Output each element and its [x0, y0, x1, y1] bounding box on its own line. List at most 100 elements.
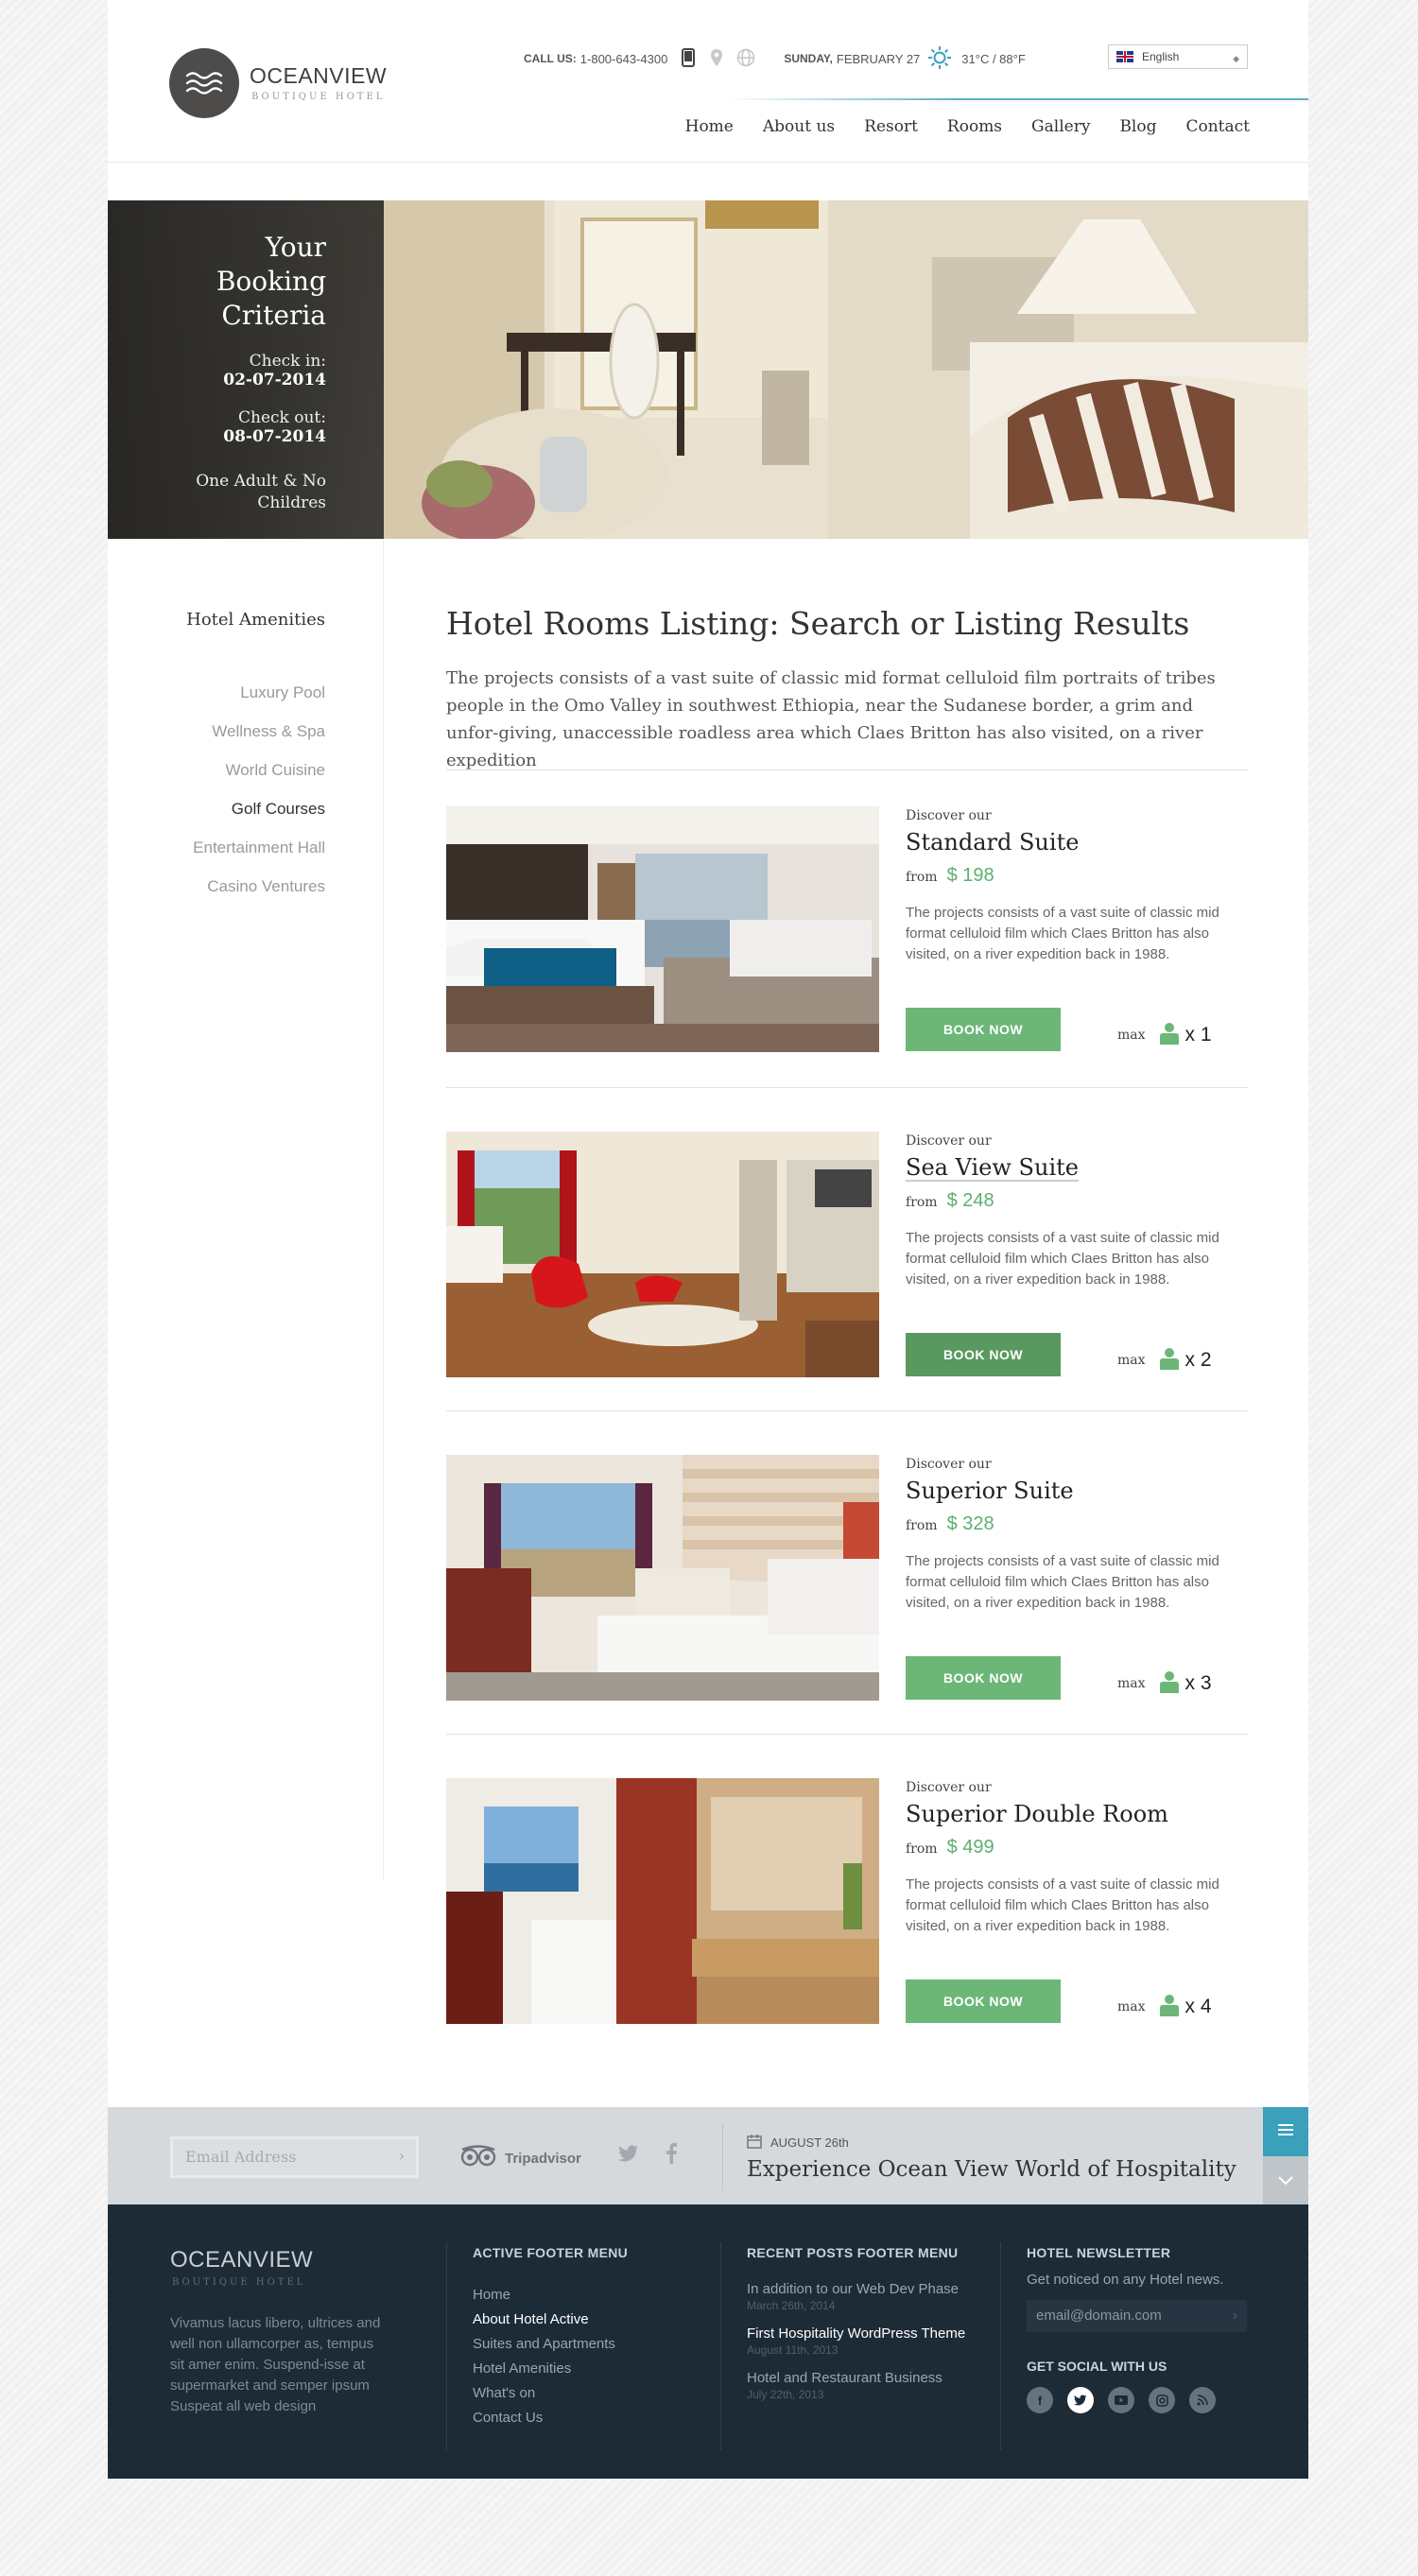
room-name[interactable]: Standard Suite	[906, 829, 1248, 856]
from-label: from	[906, 1518, 938, 1533]
weather-text: 31°C / 88°F	[961, 51, 1026, 66]
checkin-value: 02-07-2014	[223, 371, 326, 389]
chevron-right-icon[interactable]: ›	[399, 2147, 405, 2165]
intro-text: The projects consists of a vast suite of…	[446, 668, 1216, 770]
sidebar-list: Luxury Pool Wellness & Spa World Cuisine…	[193, 673, 325, 906]
logo-icon[interactable]	[169, 48, 239, 118]
recent-post[interactable]: First Hospitality WordPress Theme August…	[747, 2325, 965, 2357]
person-icon	[1159, 1994, 1180, 2020]
room-price-row: from $ 499	[906, 1837, 1248, 1859]
recent-post[interactable]: Hotel and Restaurant Business July 22th,…	[747, 2370, 965, 2401]
discover-label: Discover our	[906, 1780, 992, 1795]
twitter-icon[interactable]	[618, 2145, 639, 2167]
room-info: Discover our Standard Suite from $ 198 Th…	[906, 806, 1248, 1051]
post-date-text: AUGUST 26th	[770, 2135, 849, 2150]
scroll-down-button[interactable]	[1263, 2156, 1308, 2204]
recent-post-title[interactable]: First Hospitality WordPress Theme	[747, 2325, 965, 2342]
book-now-button[interactable]: BOOK NOW	[906, 1656, 1061, 1700]
sidebar-item-world-cuisine[interactable]: World Cuisine	[193, 751, 325, 789]
nav-divider	[726, 98, 1308, 100]
footer-link-about[interactable]: About Hotel Active	[473, 2308, 628, 2332]
room-name[interactable]: Sea View Suite	[906, 1154, 1248, 1181]
strip-social	[618, 2143, 677, 2169]
date-text: FEBRUARY 27	[836, 51, 921, 66]
twitter-icon[interactable]	[1067, 2387, 1094, 2413]
footer-link-whats-on[interactable]: What's on	[473, 2381, 628, 2406]
email-input[interactable]: Email Address ›	[170, 2136, 419, 2178]
room-name[interactable]: Superior Double Room	[906, 1801, 1248, 1827]
sidebar-item-casino-ventures[interactable]: Casino Ventures	[193, 867, 325, 906]
room-image[interactable]	[446, 1778, 879, 2024]
uk-flag-icon	[1116, 51, 1133, 62]
sidebar-item-wellness-spa[interactable]: Wellness & Spa	[193, 712, 325, 751]
post-title[interactable]: Experience Ocean View World of Hospitali…	[747, 2157, 1236, 2182]
nav-about[interactable]: About us	[763, 117, 835, 136]
sidebar-item-golf-courses[interactable]: Golf Courses	[193, 789, 325, 828]
tripadvisor-link[interactable]: Tripadvisor	[459, 2145, 581, 2171]
footer-menu-title: ACTIVE FOOTER MENU	[473, 2245, 629, 2260]
chevron-right-icon[interactable]: ›	[1233, 2308, 1237, 2324]
book-now-button[interactable]: BOOK NOW	[906, 1008, 1061, 1051]
language-select[interactable]: English ◆	[1108, 44, 1248, 69]
recent-posts-title: RECENT POSTS FOOTER MENU	[747, 2245, 959, 2260]
footer-link-amenities[interactable]: Hotel Amenities	[473, 2357, 628, 2381]
site-header: OCEANVIEW BOUTIQUE HOTEL CALL US: 1-800-…	[108, 0, 1308, 163]
checkin-label: Check in:	[249, 352, 326, 371]
site-footer: OCEANVIEW BOUTIQUE HOTEL Vivamus lacus l…	[108, 2204, 1308, 2479]
footer-link-home[interactable]: Home	[473, 2283, 628, 2308]
facebook-icon[interactable]: f	[1027, 2387, 1053, 2413]
newsletter-title: HOTEL NEWSLETTER	[1027, 2245, 1171, 2260]
room-image[interactable]	[446, 1132, 879, 1377]
nav-rooms[interactable]: Rooms	[947, 117, 1002, 136]
chevron-down-icon: ◆	[1233, 54, 1239, 63]
social-title: GET SOCIAL WITH US	[1027, 2359, 1167, 2374]
max-guests: max x 4	[1117, 1994, 1212, 2020]
logo-name[interactable]: OCEANVIEW	[250, 63, 387, 89]
youtube-icon[interactable]	[1108, 2387, 1134, 2413]
nav-resort[interactable]: Resort	[864, 117, 918, 136]
book-now-button[interactable]: BOOK NOW	[906, 1980, 1061, 2023]
room-image[interactable]	[446, 806, 879, 1052]
nav-gallery[interactable]: Gallery	[1031, 117, 1090, 136]
room-price: $ 248	[946, 1190, 994, 1211]
room-name[interactable]: Superior Suite	[906, 1478, 1248, 1504]
sidebar-item-luxury-pool[interactable]: Luxury Pool	[193, 673, 325, 712]
divider	[446, 1410, 1248, 1411]
instagram-icon[interactable]	[1149, 2387, 1175, 2413]
main-nav: Home About us Resort Rooms Gallery Blog …	[656, 117, 1250, 136]
footer-about: Vivamus lacus libero, ultrices and well …	[170, 2315, 381, 2414]
max-guests: max x 1	[1117, 1022, 1212, 1048]
room-price-row: from $ 198	[906, 865, 1248, 887]
menu-toggle-button[interactable]	[1263, 2107, 1308, 2156]
footer-logo[interactable]: OCEANVIEW	[170, 2247, 313, 2273]
rss-icon[interactable]	[1189, 2387, 1216, 2413]
footer-link-suites[interactable]: Suites and Apartments	[473, 2332, 628, 2357]
mobile-icon[interactable]	[682, 47, 696, 70]
nav-home[interactable]: Home	[685, 117, 734, 136]
footer-newsletter: HOTEL NEWSLETTER Get noticed on any Hote…	[1027, 2245, 1247, 2413]
nav-blog[interactable]: Blog	[1119, 117, 1156, 136]
discover-label: Discover our	[906, 808, 992, 823]
divider	[446, 769, 1248, 770]
footer-logo-tagline: BOUTIQUE HOTEL	[172, 2277, 306, 2288]
facebook-icon[interactable]	[666, 2143, 677, 2169]
divider	[446, 1087, 1248, 1088]
room-price: $ 499	[946, 1837, 994, 1858]
recent-post[interactable]: In addition to our Web Dev Phase March 2…	[747, 2281, 965, 2312]
room-card: Discover our Sea View Suite from $ 248 Th…	[446, 1132, 1248, 1377]
nav-contact[interactable]: Contact	[1185, 117, 1250, 136]
room-image[interactable]	[446, 1455, 879, 1701]
room-card: Discover our Superior Double Room from $ …	[446, 1778, 1248, 2024]
top-info-bar: CALL US: 1-800-643-4300 SUNDAY, FEBRUARY…	[524, 45, 1026, 70]
book-now-button[interactable]: BOOK NOW	[906, 1333, 1061, 1376]
newsletter-email-input[interactable]: email@domain.com ›	[1027, 2300, 1247, 2332]
globe-icon[interactable]	[736, 48, 755, 70]
divider	[446, 1734, 1248, 1735]
footer-link-contact[interactable]: Contact Us	[473, 2406, 628, 2430]
phone-number[interactable]: 1-800-643-4300	[580, 52, 668, 66]
map-pin-icon[interactable]	[710, 48, 723, 70]
sidebar-item-entertainment-hall[interactable]: Entertainment Hall	[193, 828, 325, 867]
recent-post-title[interactable]: In addition to our Web Dev Phase	[747, 2281, 965, 2297]
post-date: AUGUST 26th	[747, 2134, 849, 2152]
recent-post-title[interactable]: Hotel and Restaurant Business	[747, 2370, 965, 2386]
